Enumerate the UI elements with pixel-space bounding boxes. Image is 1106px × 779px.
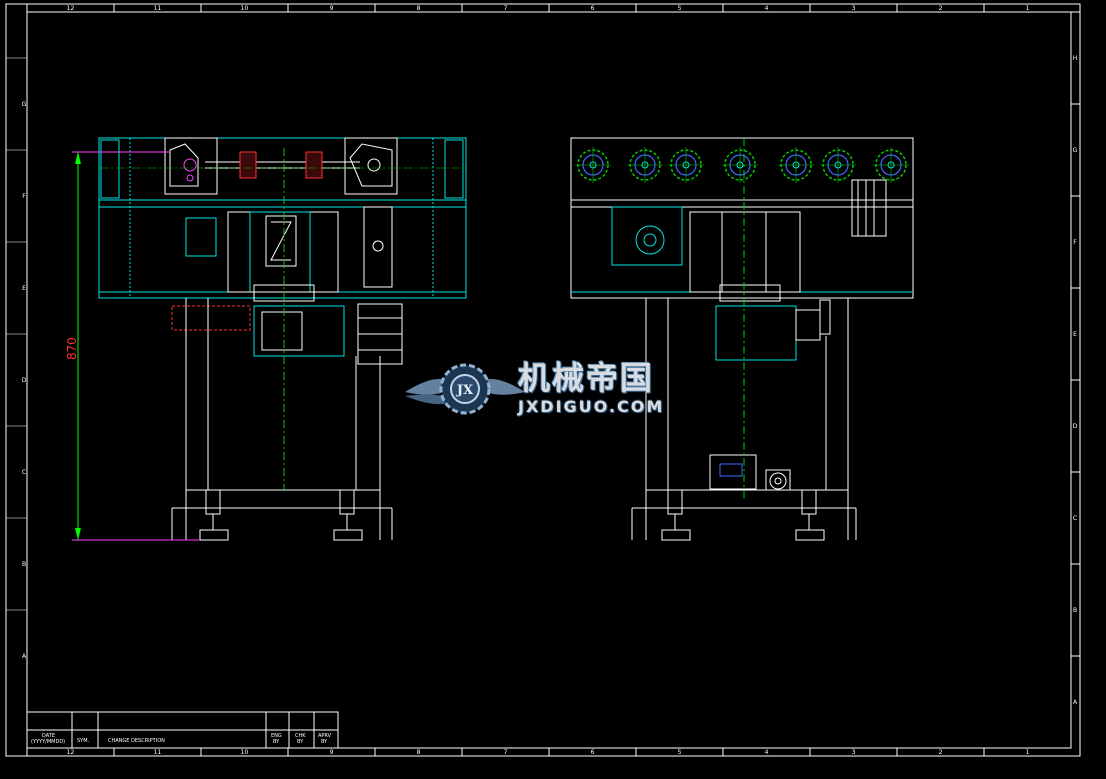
sprocket-wheel: [575, 147, 611, 183]
sprocket-wheel: [778, 147, 814, 183]
right-row-label: E: [1073, 331, 1077, 338]
right-row-label: D: [1073, 423, 1078, 430]
bottom-column-label: 2: [939, 749, 943, 756]
top-column-label: 2: [939, 5, 943, 12]
rev-eng-by: BY: [273, 739, 280, 745]
watermark-chinese: 机械帝国: [518, 359, 655, 397]
left-zone-ticks: G F E D C B A: [6, 57, 27, 660]
sprocket-wheel: [668, 147, 704, 183]
sprocket-wheel: [722, 147, 758, 183]
top-column-label: 3: [852, 5, 856, 12]
top-zone-ticks: 12 11 10 9 8 7 6 5 4 3 2 1: [26, 4, 1030, 12]
height-dimension: 870: [65, 337, 79, 360]
left-row-label: C: [22, 469, 26, 476]
watermark-domain: JXDIGUO.COM: [518, 397, 665, 416]
rev-apprv-by: BY: [321, 739, 328, 745]
right-row-label: G: [1073, 147, 1078, 154]
right-row-label: H: [1073, 55, 1078, 62]
top-column-label: 9: [330, 5, 334, 12]
front-view: [72, 137, 467, 541]
bottom-column-label: 10: [241, 749, 249, 756]
sprocket-row: [575, 147, 909, 183]
bottom-column-label: 5: [678, 749, 682, 756]
top-column-label: 7: [504, 5, 508, 12]
bottom-column-label: 1: [1026, 749, 1030, 756]
bottom-zone-ticks: 12 11 10 9 8 7 6 5 4 3 2 1: [26, 748, 1030, 756]
left-row-label: B: [22, 561, 26, 568]
right-zone-ticks: H G F E D C B A: [1071, 11, 1080, 706]
left-row-label: E: [22, 285, 26, 292]
right-row-label: C: [1073, 515, 1077, 522]
bottom-column-label: 12: [67, 749, 75, 756]
top-column-label: 12: [67, 5, 75, 12]
bottom-column-label: 3: [852, 749, 856, 756]
rev-date-format: (YYYY/MMDD): [31, 739, 65, 745]
sprocket-wheel: [820, 147, 856, 183]
left-row-label: D: [22, 377, 27, 384]
watermark-logo-letters: JX: [456, 383, 474, 398]
sprocket-wheel: [873, 147, 909, 183]
top-column-label: 11: [154, 5, 162, 12]
bottom-column-label: 11: [154, 749, 162, 756]
bottom-column-label: 7: [504, 749, 508, 756]
bottom-column-label: 6: [591, 749, 595, 756]
bottom-column-label: 8: [417, 749, 421, 756]
sprocket-wheel: [627, 147, 663, 183]
top-column-label: 10: [241, 5, 249, 12]
rev-change-label: CHANGE DESCRIPTION: [108, 738, 165, 744]
bottom-column-label: 9: [330, 749, 334, 756]
side-view: [570, 137, 914, 541]
bottom-column-label: 4: [765, 749, 769, 756]
right-row-label: B: [1073, 607, 1077, 614]
top-column-label: 1: [1026, 5, 1030, 12]
left-row-label: A: [22, 653, 27, 660]
top-column-label: 5: [678, 5, 682, 12]
revision-block: [26, 711, 339, 749]
left-row-label: G: [22, 101, 27, 108]
left-row-label: F: [22, 193, 26, 200]
right-row-label: A: [1073, 699, 1078, 706]
top-column-label: 8: [417, 5, 421, 12]
rev-sym-label: SYM.: [77, 738, 90, 744]
rev-chk-by: BY: [297, 739, 304, 745]
revision-labels: DATE (YYYY/MMDD) SYM. CHANGE DESCRIPTION…: [31, 733, 332, 745]
top-column-label: 6: [591, 5, 595, 12]
top-column-label: 4: [765, 5, 769, 12]
watermark-text: 机械帝国 JXDIGUO.COM: [518, 360, 664, 416]
right-row-label: F: [1073, 239, 1077, 246]
